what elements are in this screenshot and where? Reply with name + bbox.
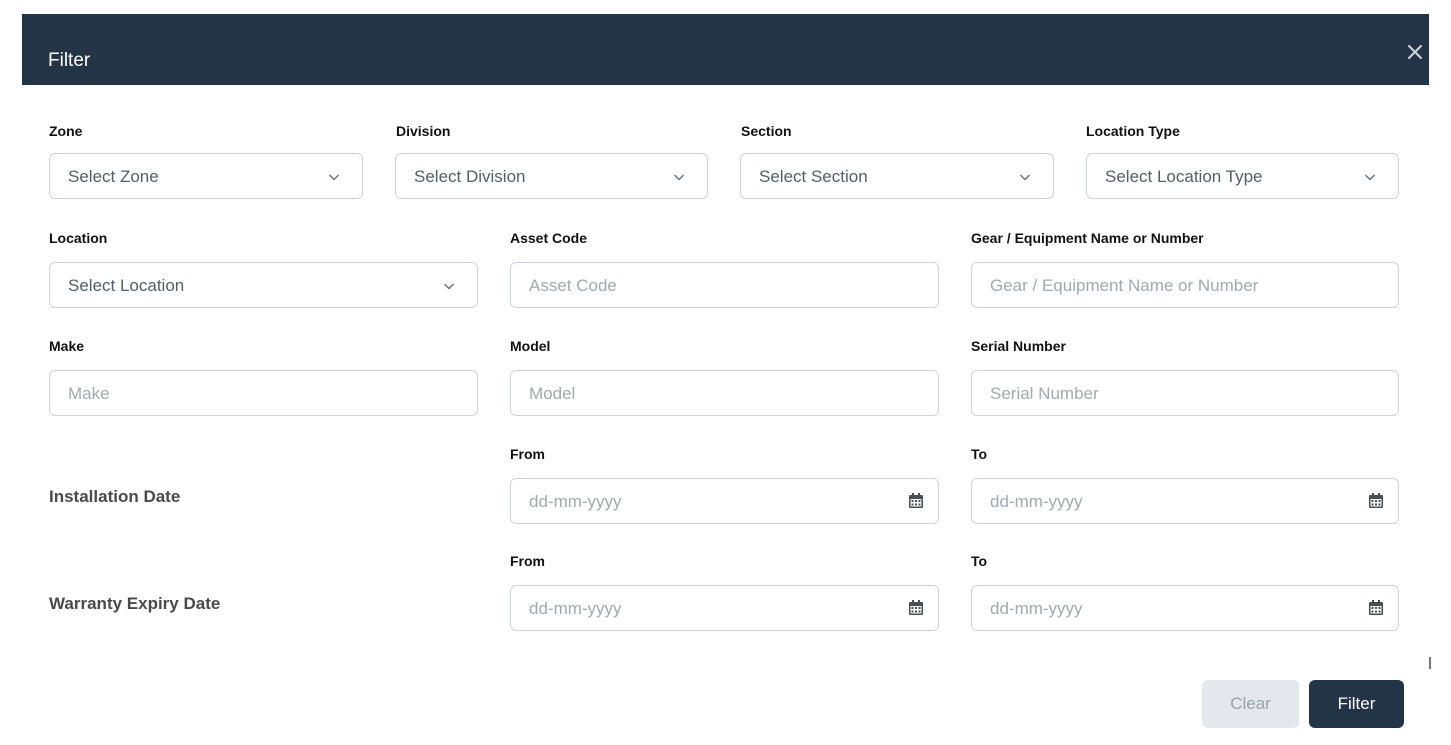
location-type-select-value: Select Location Type (1105, 167, 1263, 186)
gear-placeholder: Gear / Equipment Name or Number (990, 276, 1259, 295)
zone-select-value: Select Zone (68, 167, 159, 186)
installation-date-label: Installation Date (49, 487, 181, 506)
modal-title: Filter (48, 50, 91, 71)
gear-input[interactable]: Gear / Equipment Name or Number (971, 262, 1399, 308)
warranty-to-placeholder: dd-mm-yyyy (990, 599, 1083, 618)
installation-to-label: To (971, 446, 988, 462)
zone-select[interactable]: Select Zone (49, 153, 363, 199)
clear-button[interactable]: Clear (1202, 680, 1299, 728)
section-label: Section (741, 123, 792, 139)
asset-code-placeholder: Asset Code (529, 276, 617, 295)
make-label: Make (49, 338, 85, 354)
serial-number-input[interactable]: Serial Number (971, 370, 1399, 416)
model-label: Model (510, 338, 551, 354)
warranty-expiry-date-label: Warranty Expiry Date (49, 594, 221, 613)
division-select[interactable]: Select Division (395, 153, 708, 199)
page-backdrop (0, 0, 1451, 14)
chevron-down-icon (673, 174, 685, 181)
location-select-value: Select Location (68, 276, 185, 295)
chevron-down-icon (443, 283, 455, 290)
calendar-icon[interactable] (1367, 492, 1385, 510)
section-select-value: Select Section (759, 167, 868, 186)
location-label: Location (49, 230, 108, 246)
close-button[interactable] (1401, 38, 1429, 66)
warranty-from-placeholder: dd-mm-yyyy (529, 599, 622, 618)
installation-to-date-input[interactable]: dd-mm-yyyy (971, 478, 1399, 524)
chevron-down-icon (1364, 174, 1376, 181)
asset-code-label: Asset Code (510, 230, 588, 246)
calendar-icon[interactable] (907, 492, 925, 510)
filter-modal: Filter Zone Division Section Location Ty… (22, 14, 1431, 745)
calendar-icon[interactable] (1367, 599, 1385, 617)
calendar-icon[interactable] (907, 599, 925, 617)
warranty-to-date-input[interactable]: dd-mm-yyyy (971, 585, 1399, 631)
zone-label: Zone (49, 123, 83, 139)
make-placeholder: Make (68, 384, 110, 403)
close-icon (1408, 45, 1422, 59)
section-select[interactable]: Select Section (740, 153, 1054, 199)
model-input[interactable]: Model (510, 370, 939, 416)
location-select[interactable]: Select Location (49, 262, 478, 308)
modal-header: Filter (22, 14, 1429, 85)
gear-label: Gear / Equipment Name or Number (971, 230, 1204, 246)
warranty-to-label: To (971, 553, 988, 569)
warranty-from-label: From (510, 553, 545, 569)
installation-to-placeholder: dd-mm-yyyy (990, 492, 1083, 511)
chevron-down-icon (1019, 174, 1031, 181)
division-label: Division (396, 123, 451, 139)
serial-number-label: Serial Number (971, 338, 1066, 354)
scrollbar-edge (1429, 657, 1431, 669)
chevron-down-icon (328, 174, 340, 181)
asset-code-input[interactable]: Asset Code (510, 262, 939, 308)
serial-number-placeholder: Serial Number (990, 384, 1099, 403)
model-placeholder: Model (529, 384, 576, 403)
location-type-select[interactable]: Select Location Type (1086, 153, 1399, 199)
installation-from-label: From (510, 446, 545, 462)
warranty-from-date-input[interactable]: dd-mm-yyyy (510, 585, 939, 631)
installation-from-date-input[interactable]: dd-mm-yyyy (510, 478, 939, 524)
location-type-label: Location Type (1086, 123, 1180, 139)
filter-button[interactable]: Filter (1309, 680, 1404, 728)
installation-from-placeholder: dd-mm-yyyy (529, 492, 622, 511)
make-input[interactable]: Make (49, 370, 478, 416)
division-select-value: Select Division (414, 167, 526, 186)
